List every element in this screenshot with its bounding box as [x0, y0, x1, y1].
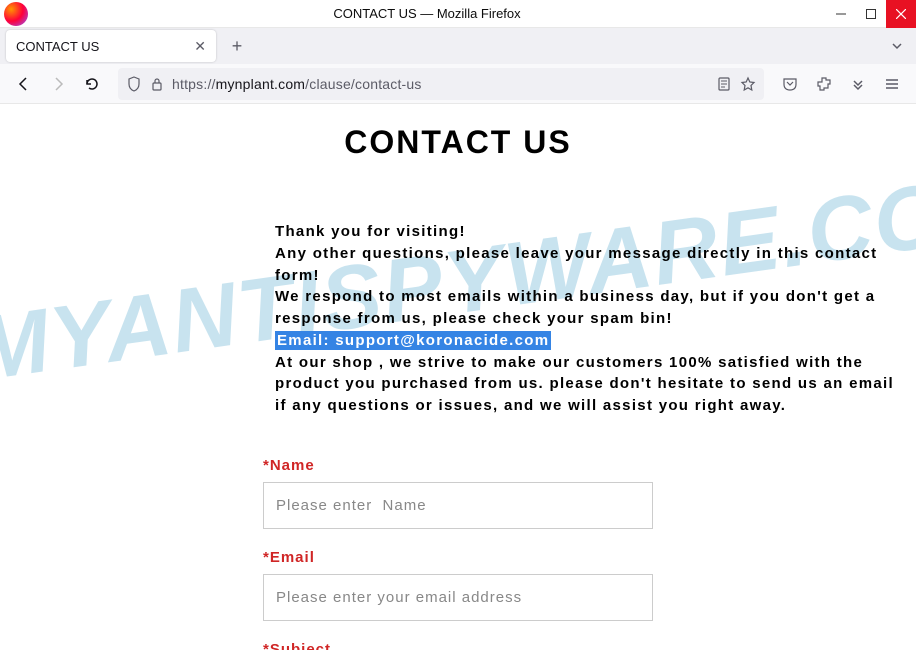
- extensions-button[interactable]: [808, 68, 840, 100]
- tabs-dropdown-button[interactable]: [882, 31, 912, 61]
- email-label: *Email: [263, 549, 653, 566]
- intro-p1: Thank you for visiting!: [275, 221, 905, 243]
- contact-form: *Name *Email *Subject: [263, 457, 653, 650]
- intro-p3: We respond to most emails within a busin…: [275, 286, 905, 330]
- forward-button[interactable]: [42, 68, 74, 100]
- name-label: *Name: [263, 457, 653, 474]
- shield-icon: [126, 76, 142, 92]
- close-button[interactable]: [886, 0, 916, 28]
- intro-p2: Any other questions, please leave your m…: [275, 243, 905, 287]
- minimize-button[interactable]: [826, 0, 856, 28]
- window-titlebar: CONTACT US — Mozilla Firefox: [0, 0, 916, 28]
- navigation-toolbar: https://mynplant.com/clause/contact-us: [0, 64, 916, 104]
- intro-p4: At our shop , we strive to make our cust…: [275, 352, 905, 417]
- tab-bar: CONTACT US ✕ +: [0, 28, 916, 64]
- window-controls: [826, 0, 916, 28]
- email-input[interactable]: [263, 574, 653, 621]
- tab-close-icon[interactable]: ✕: [194, 38, 206, 55]
- contact-email: Email: support@koronacide.com: [275, 331, 551, 350]
- lock-icon: [150, 77, 164, 91]
- intro-text: Thank you for visiting! Any other questi…: [275, 221, 905, 417]
- tab-label: CONTACT US: [16, 39, 99, 54]
- new-tab-button[interactable]: +: [222, 31, 252, 61]
- tab-active[interactable]: CONTACT US ✕: [6, 30, 216, 62]
- url-bar[interactable]: https://mynplant.com/clause/contact-us: [118, 68, 764, 100]
- firefox-logo-icon: [4, 2, 28, 26]
- name-input[interactable]: [263, 482, 653, 529]
- url-text: https://mynplant.com/clause/contact-us: [172, 76, 708, 92]
- maximize-button[interactable]: [856, 0, 886, 28]
- page-content[interactable]: MYANTISPYWARE.COM CONTACT US Thank you f…: [0, 104, 916, 650]
- page-heading: CONTACT US: [0, 124, 916, 161]
- reader-mode-icon[interactable]: [716, 76, 732, 92]
- back-button[interactable]: [8, 68, 40, 100]
- overflow-button[interactable]: [842, 68, 874, 100]
- pocket-button[interactable]: [774, 68, 806, 100]
- window-title: CONTACT US — Mozilla Firefox: [28, 6, 826, 21]
- subject-label: *Subject: [263, 641, 653, 650]
- bookmark-star-icon[interactable]: [740, 76, 756, 92]
- app-menu-button[interactable]: [876, 68, 908, 100]
- reload-button[interactable]: [76, 68, 108, 100]
